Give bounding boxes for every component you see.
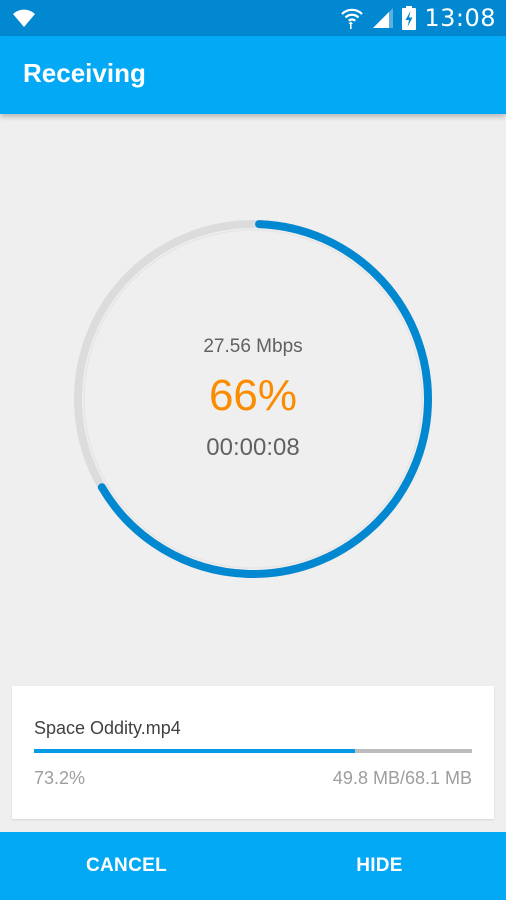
- file-progress-bar: [34, 749, 472, 753]
- ring-readout: 27.56 Mbps 66% 00:00:08: [73, 219, 433, 579]
- status-bar: 13:08: [0, 0, 506, 36]
- transfer-progress-ring: 27.56 Mbps 66% 00:00:08: [73, 219, 433, 579]
- page-title: Receiving: [23, 58, 146, 88]
- battery-charging-icon: [402, 6, 417, 30]
- app-bar: Receiving: [0, 36, 506, 114]
- file-progress-fill: [34, 749, 355, 753]
- wifi-icon: [13, 9, 35, 27]
- transfer-speed: 27.56 Mbps: [203, 336, 303, 357]
- elapsed-time: 00:00:08: [206, 434, 300, 461]
- status-icons: 13:08: [340, 0, 496, 36]
- file-percent: 73.2%: [34, 768, 86, 788]
- file-size: 49.8 MB/68.1 MB: [332, 768, 472, 788]
- file-name: Space Oddity.mp4: [34, 718, 181, 738]
- transfer-percent: 66%: [208, 371, 298, 420]
- bottom-action-bar: CANCEL HIDE: [0, 832, 506, 900]
- file-card: Space Oddity.mp4 73.2% 49.8 MB/68.1 MB: [12, 686, 494, 819]
- signal-icon: [373, 8, 394, 28]
- cancel-button[interactable]: CANCEL: [0, 832, 253, 900]
- clock: 13:08: [424, 4, 496, 32]
- wifi-transfer-icon: [341, 8, 364, 29]
- hide-button[interactable]: HIDE: [253, 832, 506, 900]
